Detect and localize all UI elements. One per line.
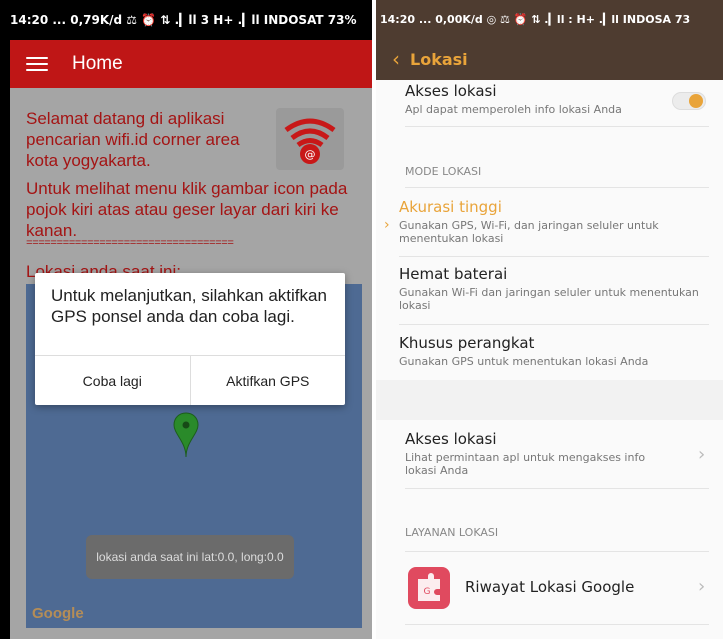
right-phone-screen: 14:20 ... 0,00K/d ◎ ⚖ ⏰ ⇅ .▎ll : H+ .▎ll… <box>376 0 723 639</box>
left-phone-screen: 14:20 ... 0,79K/d ⚖ ⏰ ⇅ .▎ll 3 H+ .▎ll I… <box>0 0 372 639</box>
row-title: Akses lokasi <box>405 430 497 448</box>
mode-subtitle: Gunakan Wi-Fi dan jaringan seluler untuk… <box>399 286 699 312</box>
status-bar: 14:20 ... 0,79K/d ⚖ ⏰ ⇅ .▎ll 3 H+ .▎ll I… <box>0 0 372 40</box>
svg-text:@: @ <box>305 148 316 161</box>
svg-text:G: G <box>424 587 431 597</box>
divider <box>405 126 709 127</box>
app-bar: Home <box>10 40 372 88</box>
mode-title: Khusus perangkat <box>399 334 535 352</box>
google-location-history-row[interactable]: Riwayat Lokasi Google <box>465 578 634 596</box>
divider <box>405 551 709 552</box>
mode-title: Akurasi tinggi <box>399 198 502 216</box>
mode-subtitle: Gunakan GPS, Wi-Fi, dan jaringan seluler… <box>399 219 659 245</box>
enable-gps-button[interactable]: Aktifkan GPS <box>189 356 346 405</box>
welcome-text: Selamat datang di aplikasi pencarian wif… <box>26 109 240 170</box>
hamburger-menu-icon[interactable] <box>26 57 48 71</box>
akses-lokasi-toggle-row[interactable]: Akses lokasi Apl dapat memperoleh info l… <box>405 82 665 116</box>
divider-line: ================================== <box>26 238 234 250</box>
app-bar-title: Home <box>72 53 123 74</box>
chevron-right-icon: › <box>698 444 706 465</box>
instruction-text: Untuk melihat menu klik gambar icon pada… <box>26 179 348 240</box>
mode-high-accuracy[interactable]: Akurasi tinggi Gunakan GPS, Wi-Fi, dan j… <box>399 198 699 245</box>
retry-button[interactable]: Coba lagi <box>35 356 190 405</box>
divider <box>405 187 709 188</box>
gps-dialog: Untuk melanjutkan, silahkan aktifkan GPS… <box>35 273 345 405</box>
mode-section-header: MODE LOKASI <box>405 165 482 178</box>
mode-subtitle: Gunakan GPS untuk menentukan lokasi Anda <box>399 355 649 368</box>
mode-battery-saving[interactable]: Hemat baterai Gunakan Wi-Fi dan jaringan… <box>399 265 699 312</box>
mode-device-only[interactable]: Khusus perangkat Gunakan GPS untuk menen… <box>399 334 699 368</box>
map-pin-icon[interactable] <box>173 412 199 458</box>
section-gap <box>376 380 723 420</box>
location-toast: lokasi anda saat ini lat:0.0, long:0.0 <box>86 535 294 579</box>
selected-indicator-icon: › <box>384 217 390 233</box>
google-watermark: Google <box>32 605 84 622</box>
mode-title: Hemat baterai <box>399 265 508 283</box>
row-title: Riwayat Lokasi Google <box>465 578 635 596</box>
divider <box>405 624 709 625</box>
dialog-buttons: Coba lagi Aktifkan GPS <box>35 355 345 405</box>
row-title: Akses lokasi <box>405 82 497 100</box>
location-toggle[interactable] <box>672 92 706 110</box>
row-subtitle: Lihat permintaan apl untuk mengakses inf… <box>405 451 646 477</box>
status-bar: 14:20 ... 0,00K/d ◎ ⚖ ⏰ ⇅ .▎ll : H+ .▎ll… <box>376 0 723 38</box>
app-bar: ‹ Lokasi <box>376 38 723 80</box>
services-section-header: LAYANAN LOKASI <box>405 526 499 539</box>
divider <box>399 256 709 257</box>
row-subtitle: Apl dapat memperoleh info lokasi Anda <box>405 103 622 116</box>
google-location-history-icon: G <box>408 567 450 609</box>
divider <box>399 324 709 325</box>
divider <box>405 488 709 489</box>
app-bar-title: Lokasi <box>410 49 468 69</box>
wifi-id-logo-icon: @ <box>276 108 344 170</box>
chevron-left-icon[interactable]: ‹ <box>392 47 400 71</box>
dialog-message: Untuk melanjutkan, silahkan aktifkan GPS… <box>51 286 327 326</box>
chevron-right-icon: › <box>698 576 706 597</box>
location-access-link[interactable]: Akses lokasi Lihat permintaan apl untuk … <box>405 430 665 477</box>
